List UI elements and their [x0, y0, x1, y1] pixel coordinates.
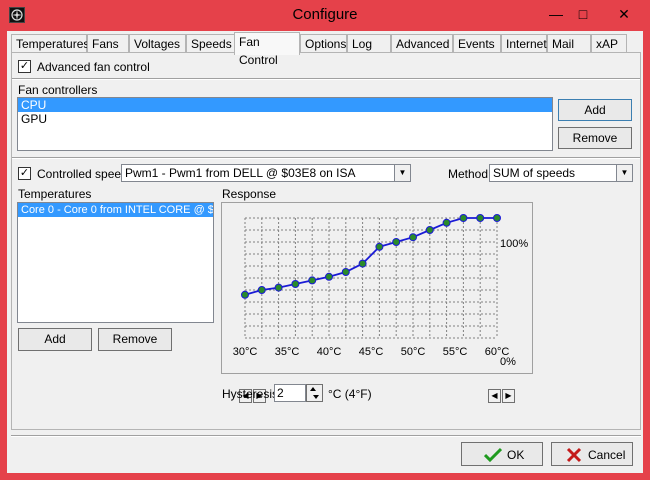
curve-point[interactable]	[476, 214, 485, 222]
curve-point[interactable]	[358, 259, 367, 268]
x-axis-tick-labels: 30°C 35°C 40°C 45°C 50°C 55°C 60°C	[233, 346, 510, 358]
controlled-speed-checkbox[interactable]: ✓	[18, 167, 31, 180]
remove-temperature-button[interactable]: Remove	[98, 328, 172, 351]
curve-point[interactable]	[241, 290, 249, 299]
response-graph-frame: 100% 0% 30°C 35°C 40°C 45°C 50°C 55°C 60°C ◀ ▶…	[221, 202, 533, 403]
maximize-button[interactable]: □	[572, 4, 594, 24]
dropdown-arrow-icon[interactable]: ▼	[616, 165, 632, 181]
tab-internet[interactable]: Internet	[501, 34, 547, 54]
y-axis-top-label: 100%	[500, 238, 528, 250]
remove-fan-controller-button[interactable]: Remove	[558, 127, 632, 149]
curve-point[interactable]	[409, 233, 417, 242]
divider	[12, 78, 640, 80]
tab-events[interactable]: Events	[453, 34, 501, 54]
controlled-speed-label: Controlled speed	[37, 167, 128, 181]
method-label: Method	[448, 167, 489, 181]
ok-label: OK	[507, 448, 525, 462]
right-arrow-icon[interactable]: ▶	[502, 389, 515, 403]
curve-point[interactable]	[308, 276, 317, 285]
curve-point[interactable]	[493, 214, 501, 222]
check-icon	[484, 447, 502, 463]
tab-log[interactable]: Log	[347, 34, 391, 54]
hysteresis-label: Hysteresis	[222, 387, 279, 401]
controlled-speed-value: Pwm1 - Pwm1 from DELL @ $03E8 on ISA	[125, 166, 356, 180]
method-value: SUM of speeds	[493, 166, 576, 180]
hysteresis-spinner[interactable]	[306, 384, 323, 402]
response-curve-chart[interactable]: 100% 0% 30°C 35°C 40°C 45°C 50°C 55°C 60°C	[222, 203, 532, 373]
spin-arrows-icon	[310, 387, 319, 399]
curve-point[interactable]	[375, 242, 384, 251]
cross-icon	[566, 447, 582, 463]
tab-advanced[interactable]: Advanced	[391, 34, 453, 54]
x-tick-label: 30°C	[233, 346, 258, 358]
tab-xap[interactable]: xAP	[591, 34, 627, 54]
fan-control-panel: ✓ Advanced fan control Fan controllers C…	[11, 52, 641, 430]
curve-point[interactable]	[291, 280, 300, 288]
hysteresis-unit: °C (4°F)	[328, 387, 372, 401]
curve-point[interactable]	[442, 218, 451, 227]
advanced-fan-control-checkbox[interactable]: ✓	[18, 60, 31, 73]
tab-options[interactable]: Options	[300, 34, 347, 54]
response-label: Response	[222, 187, 277, 201]
divider	[11, 435, 641, 437]
x-tick-label: 60°C	[485, 346, 510, 358]
curve-point[interactable]	[257, 286, 266, 294]
curve-point[interactable]	[392, 238, 401, 246]
curve-point[interactable]	[341, 268, 350, 276]
temperatures-label: Temperatures	[18, 187, 92, 201]
tab-speeds[interactable]: Speeds	[186, 34, 236, 54]
list-item-core0[interactable]: Core 0 - Core 0 from INTEL CORE @ $0	[18, 203, 213, 217]
tab-fans[interactable]: Fans	[87, 34, 129, 54]
add-fan-controller-button[interactable]: Add	[558, 99, 632, 121]
curve-point[interactable]	[274, 283, 283, 292]
x-tick-label: 35°C	[275, 346, 300, 358]
window-frame: Configure — □ ✕ Temperatures Fans Voltag…	[0, 0, 650, 480]
left-arrow-icon[interactable]: ◀	[488, 389, 501, 403]
minimize-button[interactable]: —	[545, 4, 567, 24]
temperatures-list[interactable]: Core 0 - Core 0 from INTEL CORE @ $0	[17, 202, 214, 323]
method-select[interactable]: SUM of speeds ▼	[489, 164, 633, 182]
fan-controllers-label: Fan controllers	[18, 83, 98, 97]
list-item-gpu[interactable]: GPU	[18, 112, 552, 126]
tab-fan-control[interactable]: Fan Control	[234, 32, 300, 67]
tab-voltages[interactable]: Voltages	[129, 34, 186, 54]
list-item-cpu[interactable]: CPU	[18, 98, 552, 112]
titlebar[interactable]: Configure — □ ✕	[0, 0, 650, 30]
divider	[12, 157, 640, 159]
x-tick-label: 45°C	[359, 346, 384, 358]
cancel-button[interactable]: Cancel	[551, 442, 633, 466]
close-button[interactable]: ✕	[602, 4, 646, 24]
curve-point[interactable]	[459, 214, 468, 222]
hysteresis-input[interactable]: 2	[274, 384, 306, 402]
dialog-client: Temperatures Fans Voltages Speeds Fan Co…	[7, 31, 643, 473]
cancel-label: Cancel	[588, 448, 626, 462]
controlled-speed-select[interactable]: Pwm1 - Pwm1 from DELL @ $03E8 on ISA ▼	[121, 164, 411, 182]
chart-grid	[244, 217, 498, 339]
tab-temperatures[interactable]: Temperatures	[11, 34, 89, 54]
fan-controllers-list[interactable]: CPU GPU	[17, 97, 553, 151]
x-tick-label: 40°C	[317, 346, 342, 358]
curve-point[interactable]	[425, 226, 434, 234]
ok-button[interactable]: OK	[461, 442, 543, 466]
x-tick-label: 55°C	[443, 346, 468, 358]
curve-point[interactable]	[325, 272, 333, 281]
tab-mail[interactable]: Mail	[547, 34, 591, 54]
x-tick-label: 50°C	[401, 346, 426, 358]
add-temperature-button[interactable]: Add	[18, 328, 92, 351]
advanced-fan-control-label: Advanced fan control	[37, 60, 150, 74]
dropdown-arrow-icon[interactable]: ▼	[394, 165, 410, 181]
